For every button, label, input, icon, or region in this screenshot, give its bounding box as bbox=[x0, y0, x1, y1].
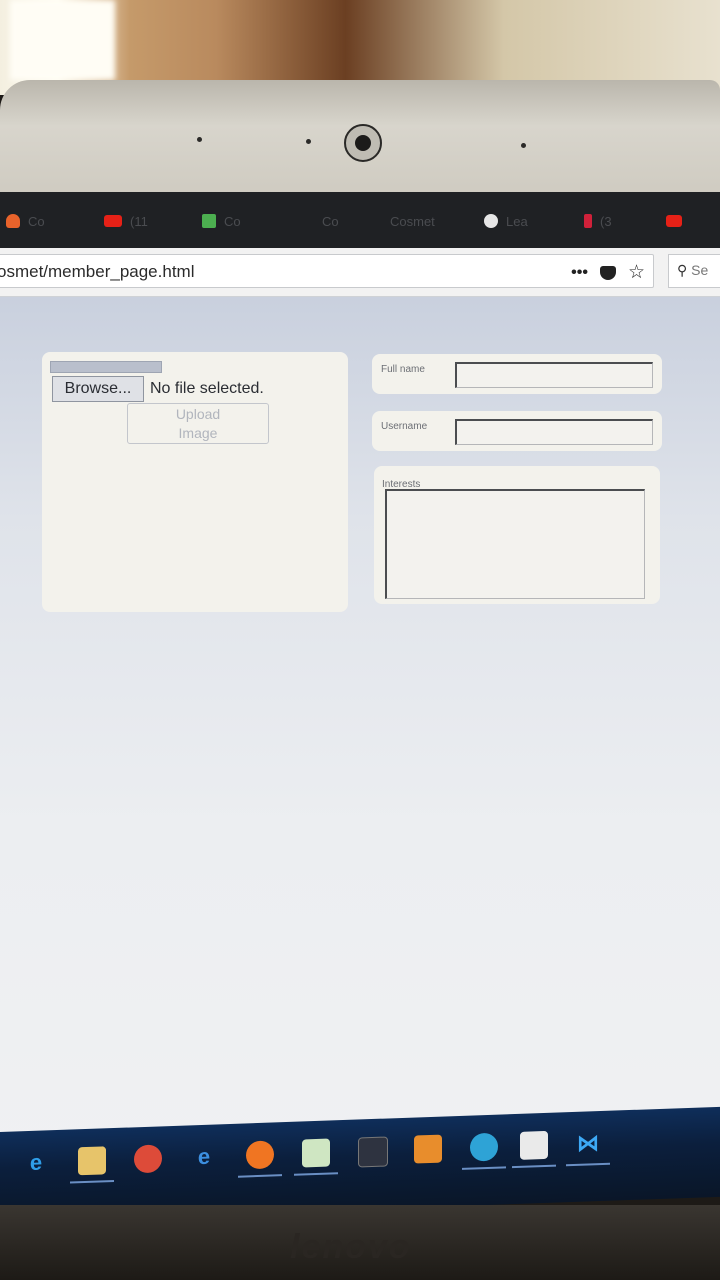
active-indicator bbox=[462, 1166, 506, 1170]
upload-progress-bar bbox=[50, 361, 162, 373]
username-input[interactable] bbox=[455, 419, 653, 445]
active-indicator bbox=[512, 1164, 556, 1169]
webcam-icon bbox=[344, 124, 382, 162]
browser-tab[interactable]: (11 bbox=[104, 210, 148, 232]
upload-label: Image bbox=[178, 425, 218, 441]
notepad-icon[interactable] bbox=[302, 1138, 330, 1168]
search-placeholder: Se bbox=[691, 262, 709, 278]
tab-label: Cosmet bbox=[390, 213, 435, 229]
sublime-icon[interactable] bbox=[414, 1134, 442, 1164]
tab-label: Co bbox=[224, 213, 241, 229]
vscode-icon[interactable]: ⋈ bbox=[574, 1129, 602, 1158]
browser-tab[interactable]: (3 bbox=[584, 210, 612, 232]
browser-tab[interactable]: Co bbox=[322, 210, 339, 232]
tag-icon bbox=[584, 214, 592, 228]
youtube-icon bbox=[666, 215, 682, 227]
browser-tab[interactable]: Co bbox=[6, 210, 45, 232]
browser-toolbar: osmet/member_page.html ••• ☆ ⚲ Se bbox=[0, 248, 720, 297]
page-actions-menu-icon[interactable]: ••• bbox=[571, 264, 588, 282]
search-icon: ⚲ bbox=[677, 262, 688, 278]
upload-image-button[interactable]: Upload Image bbox=[127, 403, 269, 444]
bezel-sensor bbox=[521, 143, 526, 148]
upload-label: Upload bbox=[175, 406, 221, 422]
full-name-label: Full name bbox=[381, 364, 425, 375]
tab-label: (3 bbox=[600, 213, 612, 229]
mail-icon[interactable] bbox=[520, 1130, 548, 1160]
window-icon[interactable] bbox=[358, 1136, 388, 1168]
active-indicator bbox=[294, 1172, 338, 1176]
browser-tab[interactable] bbox=[666, 210, 682, 232]
sheet-icon bbox=[202, 214, 216, 228]
screen: Co (11 Co Co Cosmet Lea (3 osmet/member_… bbox=[0, 192, 720, 1182]
active-indicator bbox=[566, 1162, 610, 1167]
tab-label: Co bbox=[322, 213, 339, 229]
address-bar[interactable]: osmet/member_page.html ••• ☆ bbox=[0, 254, 654, 288]
skype-icon[interactable] bbox=[470, 1132, 498, 1162]
browser-tab[interactable]: Co bbox=[202, 210, 241, 232]
youtube-icon bbox=[104, 215, 122, 227]
firefox-icon[interactable] bbox=[246, 1140, 274, 1170]
browser-tab-bar: Co (11 Co Co Cosmet Lea (3 bbox=[0, 192, 720, 248]
url-text: osmet/member_page.html bbox=[0, 262, 195, 281]
tab-label: (11 bbox=[130, 213, 148, 229]
pocket-icon[interactable] bbox=[599, 265, 616, 280]
full-name-input[interactable] bbox=[455, 362, 653, 388]
bookmark-star-icon[interactable]: ☆ bbox=[628, 261, 645, 284]
fire-icon bbox=[6, 214, 20, 228]
tab-label: Co bbox=[28, 213, 45, 229]
chrome-icon[interactable] bbox=[134, 1144, 162, 1174]
internet-explorer-icon[interactable]: e bbox=[190, 1142, 218, 1171]
browse-button[interactable]: Browse... bbox=[52, 376, 144, 402]
active-indicator bbox=[238, 1174, 282, 1178]
search-box[interactable]: ⚲ Se bbox=[668, 254, 720, 288]
active-indicator bbox=[70, 1180, 114, 1184]
brand-logo: lenovo bbox=[290, 1228, 412, 1266]
edge-icon[interactable]: e bbox=[22, 1148, 50, 1177]
file-status-text: No file selected. bbox=[150, 380, 264, 397]
interests-textarea[interactable] bbox=[385, 489, 645, 599]
github-icon bbox=[484, 214, 498, 228]
file-explorer-icon[interactable] bbox=[78, 1146, 106, 1176]
browser-tab[interactable]: Cosmet bbox=[390, 210, 435, 232]
username-label: Username bbox=[381, 421, 428, 432]
browser-tab[interactable]: Lea bbox=[484, 210, 528, 232]
room-window bbox=[10, 0, 115, 80]
bezel-sensor bbox=[197, 137, 202, 142]
bezel-sensor bbox=[306, 139, 311, 144]
tab-label: Lea bbox=[506, 213, 528, 229]
